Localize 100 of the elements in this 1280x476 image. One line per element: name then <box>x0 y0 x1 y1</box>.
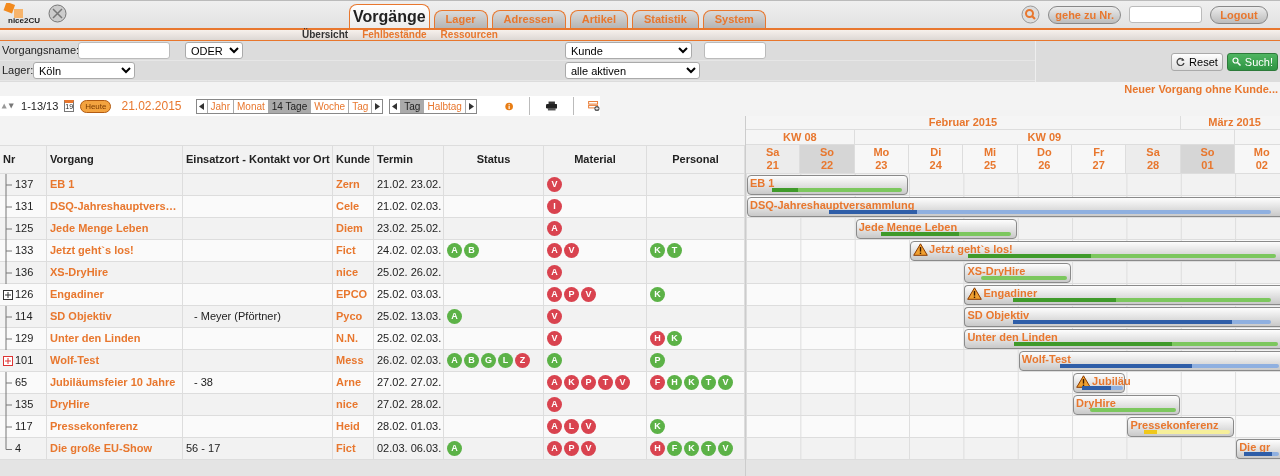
customer-link[interactable]: Heid <box>336 418 360 435</box>
scope-select[interactable]: alle aktiven <box>565 62 700 79</box>
search-button[interactable]: Such! <box>1226 52 1278 71</box>
gantt-bar[interactable]: Engadiner <box>964 285 1280 305</box>
gantt-bar[interactable]: DSQ-Jahreshauptversammlung <box>747 197 1280 217</box>
day-header: Mo 23 <box>854 145 910 174</box>
logo-text: nice2CU <box>8 16 40 26</box>
row-number: 4 <box>15 441 22 457</box>
field-label: Lager: <box>2 63 33 79</box>
status-badge: B <box>464 243 479 258</box>
bar-label: Pressekonferenz <box>1130 419 1219 432</box>
vorgang-link[interactable]: EB 1 <box>50 176 75 193</box>
bar-label: Jede Menge Leben <box>858 221 958 234</box>
customer-link[interactable]: Zern <box>336 176 360 193</box>
range-tab[interactable]: Woche <box>311 99 350 113</box>
customer-link[interactable]: Arne <box>336 374 362 391</box>
date-range: 21.02. 23.02. <box>377 177 442 193</box>
row-number: 126 <box>15 287 34 303</box>
gantt-bar[interactable]: Wolf-Test <box>1018 351 1280 371</box>
field-select[interactable]: Kunde <box>565 42 692 59</box>
gantt-bar[interactable]: Jede Menge Leben <box>855 219 1017 239</box>
gantt-bar[interactable]: EB 1 <box>747 175 909 195</box>
customer-link[interactable]: N.N. <box>336 330 358 347</box>
date-range: 25.02. 03.03. <box>377 287 442 303</box>
row-number: 65 <box>15 375 28 391</box>
vorgang-link[interactable]: Wolf-Test <box>50 352 100 369</box>
column-header: Material <box>574 152 616 168</box>
status-badge: A <box>447 441 462 456</box>
nav-tab[interactable]: Vorgänge <box>349 4 430 28</box>
status-badge: V <box>547 331 562 346</box>
customer-link[interactable]: Fict <box>336 440 356 457</box>
vorgang-link[interactable]: Jede Menge Leben <box>50 220 149 237</box>
vorgang-link[interactable]: DryHire <box>50 396 90 413</box>
nav-tab[interactable]: System <box>702 10 766 28</box>
customer-link[interactable]: Fict <box>336 242 356 259</box>
day-header: Fr 27 <box>1072 145 1127 174</box>
day-header: So 01 <box>1180 145 1236 174</box>
week-label: KW 08 <box>783 130 817 144</box>
record-count: 1-13/13 <box>21 98 59 114</box>
subnav-link[interactable]: Übersicht <box>302 30 349 40</box>
customer-link[interactable]: EPCO <box>336 286 368 303</box>
vorgang-link[interactable]: Pressekonferenz <box>50 418 139 435</box>
date-range: 27.02. 28.02. <box>377 397 442 413</box>
status-badge: V <box>615 375 630 390</box>
customer-link[interactable]: Pyco <box>336 308 363 325</box>
new-link[interactable]: Neuer Vorgang ohne Kunde... <box>1124 83 1278 95</box>
range-tab[interactable]: 14 Tage <box>268 99 312 113</box>
gantt-bar[interactable]: Jetzt geht`s los! <box>910 241 1280 261</box>
logout-button[interactable]: Logout <box>1210 5 1268 24</box>
status-badge: F <box>667 441 682 456</box>
customer-link[interactable]: nice <box>336 264 358 281</box>
reset-button[interactable]: Reset <box>1171 52 1223 71</box>
status-badge: K <box>650 419 665 434</box>
vorgang-link[interactable]: Unter den Linden <box>50 330 141 347</box>
nav-tab[interactable]: Artikel <box>569 10 628 28</box>
vorgang-link[interactable]: Die große EU-Show <box>50 440 153 457</box>
range-tab[interactable]: Monat <box>234 99 269 113</box>
status-badge: T <box>701 375 716 390</box>
nav-tab[interactable]: Statistik <box>631 10 699 28</box>
status-badge: A <box>547 375 562 390</box>
date-range: 27.02. 27.02. <box>377 375 442 391</box>
status-badge: P <box>581 375 596 390</box>
status-badge: A <box>547 441 562 456</box>
subnav-link[interactable]: Fehlbestände <box>362 30 427 40</box>
vorgang-link[interactable]: Jubiläumsfeier 10 Jahre <box>50 374 176 391</box>
date-range: 26.02. 02.03. <box>377 353 442 369</box>
vorgang-link[interactable]: Jetzt geht`s los! <box>50 242 134 259</box>
row-number: 133 <box>15 243 34 259</box>
today-button[interactable]: Heute <box>80 99 112 113</box>
range-tab[interactable]: Jahr <box>207 99 234 113</box>
customer-link[interactable]: nice <box>336 396 358 413</box>
vorgang-link[interactable]: Engadiner <box>50 286 104 303</box>
gantt-bar[interactable]: XS-DryHire <box>964 263 1072 283</box>
customer-link[interactable]: Mess <box>336 352 364 369</box>
operator-select[interactable]: ODER <box>185 42 243 59</box>
range-tab[interactable]: Tag <box>349 99 373 113</box>
row-number: 129 <box>15 331 34 347</box>
day-header: Do 26 <box>1017 145 1073 174</box>
vorgang-link[interactable]: XS-DryHire <box>50 264 109 281</box>
bar-label: DryHire <box>1076 397 1116 410</box>
lager-select[interactable]: Köln <box>33 62 135 79</box>
day-header: So 22 <box>800 145 855 174</box>
gantt-bar[interactable]: DryHire <box>1073 395 1180 415</box>
day-header: Sa 21 <box>746 145 801 174</box>
gantt-bar[interactable]: Pressekonferenz <box>1127 417 1235 437</box>
nav-tab[interactable]: Adressen <box>491 10 566 28</box>
customer-link[interactable]: Diem <box>336 220 363 237</box>
subnav-link[interactable]: Ressourcen <box>440 30 498 40</box>
vorgang-link[interactable]: SD Objektiv <box>50 308 112 325</box>
status-badge: P <box>650 353 665 368</box>
vorgang-link[interactable]: DSQ-Jahreshauptvers… <box>50 198 177 215</box>
gantt-bar[interactable]: Unter den Linden <box>964 329 1280 349</box>
range-tab[interactable]: Halbtag <box>424 99 466 113</box>
goto-button[interactable]: gehe zu Nr. <box>1048 5 1121 24</box>
gantt-bar[interactable]: SD Objektiv <box>964 307 1280 327</box>
customer-link[interactable]: Cele <box>336 198 360 215</box>
nav-tab[interactable]: Lager <box>433 10 488 28</box>
bar-label: XS-DryHire <box>967 265 1026 278</box>
range-tab[interactable]: Tag <box>401 99 425 113</box>
location-text: - Meyer (Pförtner) <box>194 309 281 325</box>
